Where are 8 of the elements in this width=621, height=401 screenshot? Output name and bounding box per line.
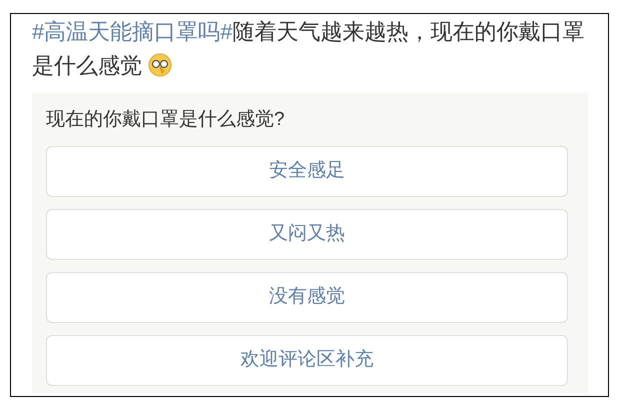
post-text: #高温天能摘口罩吗#随着天气越来越热，现在的你戴口罩是什么感觉 [32, 18, 586, 80]
poll-option[interactable]: 没有感觉 [46, 272, 568, 323]
poll-option[interactable]: 又闷又热 [46, 209, 568, 260]
hashtag-link[interactable]: #高温天能摘口罩吗# [32, 19, 232, 44]
poll-question: 现在的你戴口罩是什么感觉? [46, 108, 286, 132]
emoji-icon [148, 53, 172, 77]
poll-option[interactable]: 安全感足 [46, 146, 568, 197]
poll-option[interactable]: 欢迎评论区补充 [46, 335, 568, 386]
